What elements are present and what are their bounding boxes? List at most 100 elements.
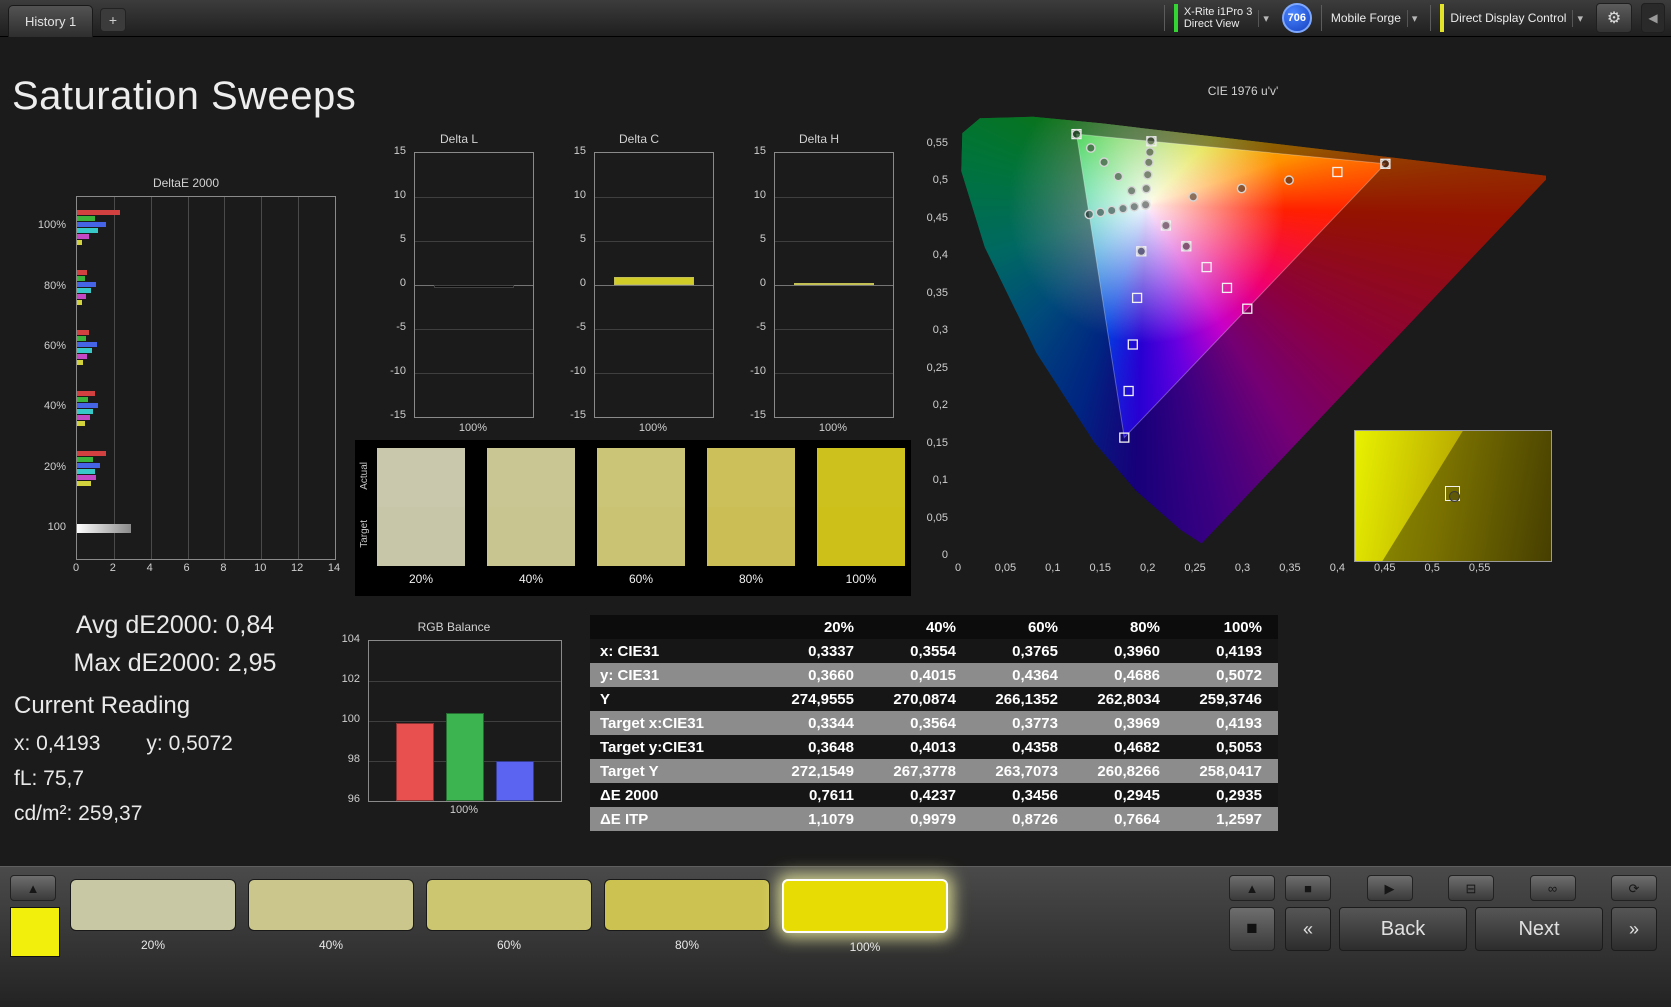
table-cell: 262,8034 (1097, 690, 1160, 708)
meter-line2: Direct View (1183, 18, 1240, 30)
transport-controls: ■ ▶ ⊟ ∞ ⟳ « Back Next » (1285, 875, 1657, 951)
cie-measure-point (1140, 199, 1151, 210)
patch-button-40%[interactable]: 40% (248, 879, 414, 954)
x-axis-label: 100% (458, 422, 488, 434)
y-axis-tick: 0,45 (926, 211, 948, 224)
table-cell: 274,9555 (791, 690, 854, 708)
patch-list-up-button[interactable]: ▲ (10, 875, 56, 901)
chevron-down-icon[interactable]: ▾ (1406, 9, 1422, 27)
table-row: y: CIE31 0,3660 0,4015 0,4364 0,4686 0,5072 (590, 663, 1278, 687)
chevron-down-icon[interactable]: ▾ (1572, 9, 1587, 27)
table-cell: 272,1549 (791, 762, 854, 780)
patch-button-80%[interactable]: 80% (604, 879, 770, 954)
gridline (595, 373, 713, 374)
chevron-down-icon[interactable]: ▾ (1258, 9, 1273, 27)
meter-selector[interactable]: X-Rite i1Pro 3 Direct View ▾ (1173, 2, 1273, 34)
y-axis-tick: 15 (393, 145, 406, 157)
saturation-patch: 80% (707, 448, 795, 586)
meter-label: X-Rite i1Pro 3 Direct View (1184, 6, 1252, 30)
pattern-up-button[interactable]: ▲ (1229, 875, 1275, 901)
deltae-bar (77, 209, 121, 215)
display-control-selector[interactable]: Direct Display Control ▾ (1440, 2, 1587, 34)
playback-controls: ▲ ■ ■ ▶ ⊟ ∞ ⟳ « Back Next » (1229, 875, 1657, 951)
meter-accent (1173, 4, 1178, 32)
bottombar: ▲ 20% 40% 60% 80% 100% ▲ ■ ■ ▶ ⊟ ∞ ⟳ « Back … (0, 866, 1671, 1007)
deltae-bar (77, 524, 132, 534)
cie-measure-point (1143, 157, 1154, 168)
pattern-source-selector[interactable]: Mobile Forge ▾ (1331, 2, 1422, 34)
y-axis-tick: -5 (576, 321, 586, 333)
patch-actual (377, 448, 465, 507)
add-tab-button[interactable]: + (100, 8, 126, 32)
y-axis-tick: 0,1 (932, 474, 948, 486)
back-button[interactable]: Back (1339, 907, 1467, 951)
row-label: ΔE ITP (600, 810, 649, 828)
y-axis-tick: 0,3 (932, 324, 948, 336)
deltae-bar (77, 221, 106, 227)
column-header: 100% (1223, 618, 1262, 636)
stop-button[interactable]: ■ (1285, 875, 1331, 901)
x-axis-tick: 0 (954, 562, 962, 574)
pattern-window-button[interactable]: ■ (1229, 907, 1275, 951)
rgb-balance-bar-green (446, 713, 484, 801)
chart-title: Delta C (618, 132, 659, 146)
x-axis-tick: 0,05 (994, 562, 1017, 574)
saturation-patch: 40% (487, 448, 575, 586)
column-header: 20% (823, 618, 854, 636)
last-page-button[interactable]: » (1611, 907, 1657, 951)
gridline (415, 241, 533, 242)
patch-button-swatch (604, 879, 770, 931)
deltae-bar (77, 354, 88, 360)
y-axis-tick: 96 (347, 793, 360, 805)
rgb-balance-bar-blue (496, 761, 534, 801)
deltae-bar (77, 408, 93, 414)
patch-target (377, 507, 465, 566)
table-cell: 0,3660 (808, 666, 854, 684)
patch-button-label: 100% (849, 940, 881, 954)
play-button[interactable]: ▶ (1366, 875, 1413, 901)
cie-measure-point (1136, 246, 1147, 257)
continuous-read-button[interactable]: ∞ (1529, 875, 1576, 901)
x-axis-tick: 8 (220, 562, 227, 574)
deltae-bar (77, 342, 98, 348)
cie-target-point (1123, 385, 1134, 397)
repeat-button[interactable]: ⟳ (1611, 875, 1657, 901)
gridline (261, 197, 263, 559)
y-axis-tick: 0,4 (932, 249, 948, 261)
row-label: Y (600, 690, 611, 708)
y-axis-tick: 5 (399, 233, 406, 245)
max-de2000: Max dE2000: 2,95 (73, 649, 277, 677)
current-color-swatch[interactable] (10, 907, 60, 957)
x-axis-labels: 0 2 4 6 8 10 12 14 (73, 562, 340, 578)
capture-button[interactable]: ⊟ (1448, 875, 1494, 901)
patch-label: 60% (628, 572, 654, 586)
rgb-balance-bar-red (396, 723, 434, 801)
table-cell: 0,4682 (1114, 738, 1160, 756)
gridline (595, 329, 713, 330)
y-axis-tick: 0,5 (932, 174, 948, 186)
tab-history-1[interactable]: History 1 (8, 5, 94, 37)
patch-list: 20% 40% 60% 80% 100% (377, 448, 905, 586)
cie-measure-point (1095, 207, 1106, 218)
meter-count-badge[interactable]: 706 (1281, 3, 1312, 33)
table-cell: 0,3564 (910, 714, 956, 732)
next-button[interactable]: Next (1475, 907, 1603, 951)
topbar: History 1 + X-Rite i1Pro 3 Direct View ▾… (0, 0, 1671, 37)
y-axis-tick: 104 (341, 633, 360, 645)
patch-button-swatch (248, 879, 414, 931)
deltae-bar (77, 282, 97, 287)
display-control-accent (1440, 4, 1445, 32)
settings-button[interactable]: ⚙ (1596, 3, 1632, 33)
patch-target (707, 507, 795, 566)
first-page-button[interactable]: « (1285, 907, 1331, 951)
gridline (595, 285, 713, 286)
patch-button-60%[interactable]: 60% (426, 879, 592, 954)
y-axis-labels: 15 10 5 0 -5 -10 -15 (744, 145, 770, 421)
y-axis-label: 100 (47, 520, 66, 533)
cie-measure-point (1118, 203, 1128, 214)
patch-button-20%[interactable]: 20% (70, 879, 236, 954)
patch-button-swatch (426, 879, 592, 931)
collapse-panel-button[interactable]: ◀ (1641, 3, 1665, 33)
patch-button-100%[interactable]: 100% (782, 879, 948, 954)
column-header: 40% (925, 618, 956, 636)
